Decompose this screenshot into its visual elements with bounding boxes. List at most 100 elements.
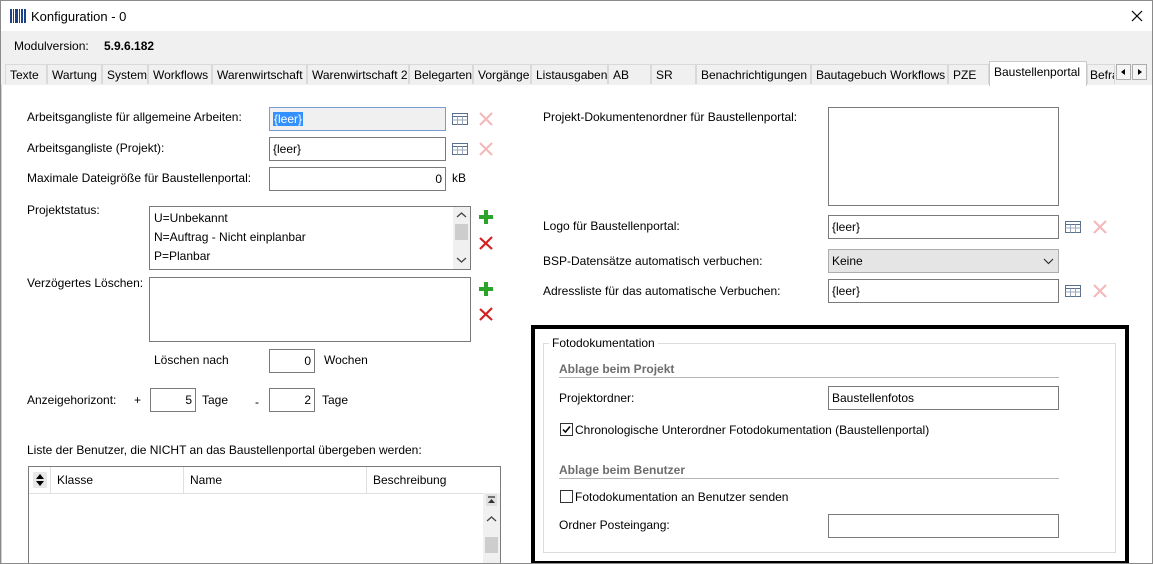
- max-datei-unit: kB: [452, 171, 467, 185]
- column-header-klasse[interactable]: Klasse: [51, 467, 184, 493]
- arbeitsgang-allg-field[interactable]: {leer}: [269, 107, 446, 131]
- x-icon[interactable]: [1092, 219, 1110, 237]
- checkmark-icon: [562, 426, 571, 434]
- bsp-dropdown[interactable]: Keine: [828, 249, 1059, 273]
- plus-icon[interactable]: [478, 209, 496, 227]
- anzeigehorizont-label: Anzeigehorizont:: [27, 393, 117, 407]
- tab-sr[interactable]: SR: [651, 64, 696, 84]
- anzeigehorizont-minus-field[interactable]: 2: [269, 388, 315, 412]
- tab-belegarten[interactable]: Belegarten: [409, 64, 473, 84]
- scroll-to-top-icon[interactable]: [486, 494, 497, 506]
- an-benutzer-senden-checkbox[interactable]: [560, 490, 573, 503]
- plus-icon[interactable]: [478, 281, 496, 299]
- bsp-label: BSP-Datensätze automatisch verbuchen:: [543, 254, 763, 268]
- x-icon[interactable]: [478, 235, 496, 253]
- column-header-name[interactable]: Name: [184, 467, 367, 493]
- scroll-thumb[interactable]: [485, 537, 498, 553]
- sort-toggle[interactable]: [29, 467, 51, 493]
- ordner-posteingang-field[interactable]: [828, 514, 1059, 538]
- scroll-thumb[interactable]: [455, 224, 468, 240]
- tab-workflows[interactable]: Workflows: [148, 64, 212, 84]
- verzoegert-list[interactable]: [149, 277, 471, 342]
- tab-wartung[interactable]: Wartung: [47, 64, 102, 84]
- ablage-benutzer-heading: Ablage beim Benutzer: [559, 463, 686, 477]
- arbeitsgang-projekt-field[interactable]: {leer}: [269, 137, 446, 161]
- list-item[interactable]: N=Auftrag - Nicht einplanbar: [154, 230, 306, 244]
- anzeigehorizont-unit2: Tage: [322, 393, 349, 407]
- tab-warenwirtschaft-2[interactable]: Warenwirtschaft 2: [307, 64, 409, 84]
- x-icon[interactable]: [478, 111, 496, 129]
- column-header-beschreibung[interactable]: Beschreibung: [367, 467, 483, 493]
- chronologische-unterordner-checkbox[interactable]: [560, 423, 573, 436]
- verzoegert-label: Verzögertes Löschen:: [27, 276, 144, 290]
- projektstatus-label: Projektstatus:: [27, 203, 100, 217]
- benutzerliste-label: Liste der Benutzer, die NICHT an das Bau…: [27, 443, 422, 457]
- list-item[interactable]: P=Planbar: [154, 249, 210, 263]
- tab-scroll-right-button[interactable]: [1132, 64, 1147, 80]
- arbeitsgang-projekt-label: Arbeitsgangliste (Projekt):: [27, 141, 165, 155]
- title-bar: Konfiguration - 0: [1, 1, 1152, 31]
- projektordner-label: Projektordner:: [559, 391, 635, 405]
- tab-scroll-left-button[interactable]: [1116, 64, 1131, 80]
- tab-bautagebuch-workflows[interactable]: Bautagebuch Workflows: [811, 64, 948, 84]
- benutzer-scrollbar[interactable]: [483, 493, 500, 563]
- table-icon[interactable]: [451, 110, 469, 128]
- tab-warenwirtschaft[interactable]: Warenwirtschaft: [212, 64, 307, 84]
- module-version-value: 5.9.6.182: [104, 39, 155, 53]
- tab-befra[interactable]: Befra: [1087, 64, 1115, 84]
- ablage-projekt-heading: Ablage beim Projekt: [559, 362, 675, 376]
- chevron-up-icon[interactable]: [456, 211, 467, 219]
- barcode-icon: [10, 9, 26, 23]
- tab-vorgaenge[interactable]: Vorgänge: [473, 64, 531, 84]
- anzeigehorizont-plus-field[interactable]: 5: [150, 388, 196, 412]
- module-version-bar: Modulversion: 5.9.6.182: [1, 31, 1152, 61]
- logo-field[interactable]: {leer}: [828, 215, 1059, 239]
- tab-label: Vorgänge: [478, 68, 530, 82]
- max-datei-label: Maximale Dateigröße für Baustellenportal…: [27, 171, 252, 185]
- dokumentenordner-field[interactable]: [828, 107, 1059, 206]
- projektstatus-scrollbar[interactable]: [453, 207, 470, 269]
- section-divider: [559, 377, 1059, 378]
- x-icon[interactable]: [478, 306, 496, 324]
- benutzer-grid[interactable]: Klasse Name Beschreibung: [28, 466, 501, 563]
- chevron-up-icon[interactable]: [486, 515, 497, 523]
- tab-texte[interactable]: Texte: [5, 64, 47, 84]
- max-datei-field[interactable]: 0: [269, 167, 446, 191]
- tab-label: Benachrichtigungen: [701, 68, 808, 82]
- tab-benachrichtigungen[interactable]: Benachrichtigungen: [696, 64, 811, 84]
- module-version-label: Modulversion:: [14, 39, 89, 53]
- projektordner-field[interactable]: Baustellenfotos: [828, 386, 1059, 410]
- table-icon[interactable]: [1064, 282, 1082, 300]
- fotodokumentation-title: Fotodokumentation: [549, 336, 658, 350]
- ordner-posteingang-label: Ordner Posteingang:: [559, 518, 670, 532]
- tab-label: Belegarten: [414, 68, 473, 82]
- tab-system[interactable]: System: [102, 64, 148, 84]
- arbeitsgang-allg-label: Arbeitsgangliste für allgemeine Arbeiten…: [27, 110, 242, 124]
- tab-label: System: [107, 68, 148, 82]
- tab-label: Bautagebuch Workflows: [816, 68, 946, 82]
- an-benutzer-senden-label: Fotodokumentation an Benutzer senden: [575, 490, 789, 504]
- close-icon[interactable]: [1131, 10, 1143, 22]
- list-item[interactable]: U=Unbekannt: [154, 211, 228, 225]
- x-icon[interactable]: [478, 141, 496, 159]
- triangle-left-icon: [1121, 69, 1125, 75]
- table-icon[interactable]: [1064, 218, 1082, 236]
- tab-listausgaben[interactable]: Listausgaben: [531, 64, 608, 84]
- logo-label: Logo für Baustellenportal:: [543, 219, 680, 233]
- adressliste-field[interactable]: {leer}: [828, 279, 1059, 303]
- loeschen-nach-label: Löschen nach: [154, 353, 229, 367]
- tab-label: Workflows: [153, 68, 209, 82]
- chronologische-unterordner-label: Chronologische Unterordner Fotodokumenta…: [575, 423, 930, 437]
- projektstatus-list[interactable]: U=Unbekannt N=Auftrag - Nicht einplanbar…: [149, 206, 471, 270]
- tab-label: SR: [656, 68, 673, 82]
- chevron-down-icon[interactable]: [456, 256, 467, 264]
- tab-ab[interactable]: AB: [608, 64, 651, 84]
- tab-pze[interactable]: PZE: [948, 64, 989, 84]
- tab-content-baustellenportal: Arbeitsgangliste für allgemeine Arbeiten…: [1, 85, 1152, 563]
- tab-label: PZE: [953, 68, 977, 82]
- loeschen-nach-field[interactable]: 0: [269, 349, 315, 373]
- x-icon[interactable]: [1092, 283, 1110, 301]
- table-icon[interactable]: [451, 140, 469, 158]
- tab-label: AB: [613, 68, 630, 82]
- tab-baustellenportal[interactable]: Baustellenportal: [989, 61, 1087, 86]
